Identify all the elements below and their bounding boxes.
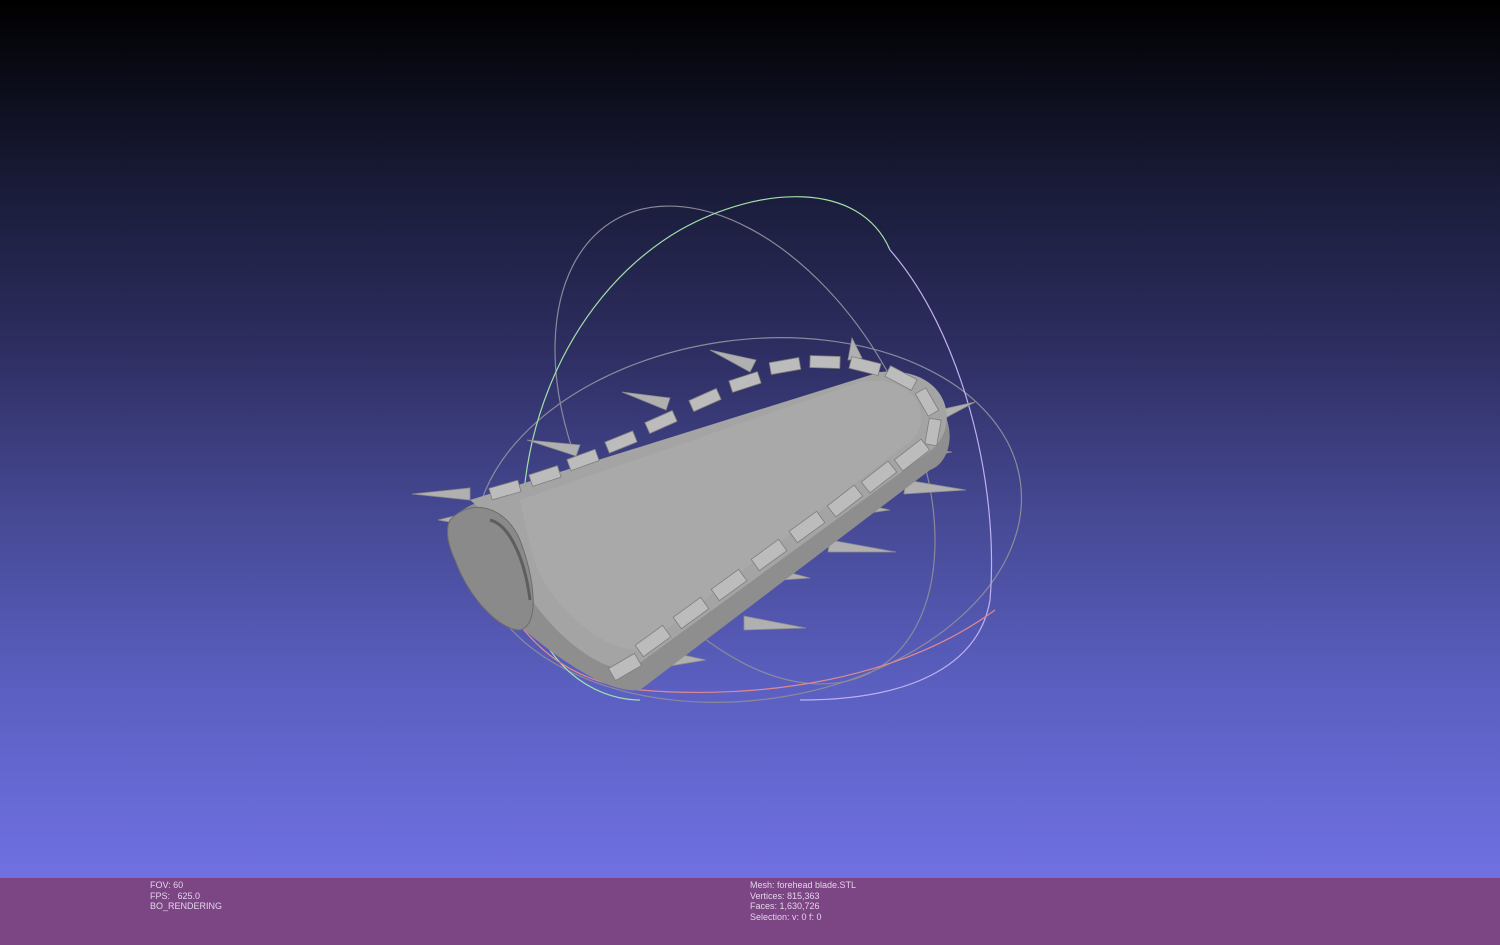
mesh-name-readout: Mesh: forehead blade.STL	[750, 880, 857, 890]
mesh-scene[interactable]	[0, 0, 1500, 878]
status-info-bar: FOV: 60 FPS: 625.0 BO_RENDERING Mesh: fo…	[0, 878, 1500, 945]
selection-readout: Selection: v: 0 f: 0	[750, 911, 822, 922]
fps-readout: FPS: 625.0	[150, 890, 201, 901]
render-info-panel: FOV: 60 FPS: 625.0 BO_RENDERING	[150, 880, 222, 912]
vertices-readout: Vertices: 815,363	[750, 890, 820, 901]
fov-readout: FOV: 60	[150, 880, 184, 890]
3d-viewport[interactable]	[0, 0, 1500, 878]
mesh-info-panel: Mesh: forehead blade.STL Vertices: 815,3…	[750, 880, 856, 922]
faces-readout: Faces: 1,630,726	[750, 901, 820, 912]
render-mode-readout: BO_RENDERING	[150, 901, 223, 912]
